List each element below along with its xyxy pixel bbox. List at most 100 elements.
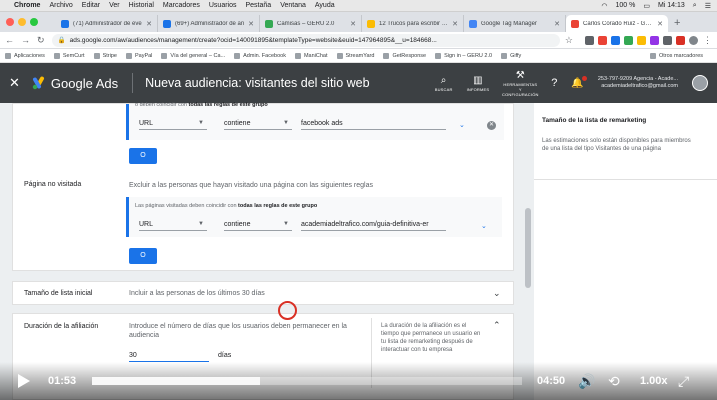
tab-close-icon[interactable]: ✕ [248, 20, 254, 28]
initial-size-card[interactable]: Tamaño de lista inicial Incluir a las pe… [12, 281, 514, 305]
close-window-icon[interactable] [6, 18, 14, 26]
rules-card: o deben coincidir con todas las reglas d… [12, 102, 514, 271]
profile-avatar-icon[interactable] [689, 35, 698, 45]
tab-label: Carlos Corado Ruiz - Goog [583, 20, 655, 27]
menu-ayuda[interactable]: Ayuda [315, 2, 335, 9]
extension-icon[interactable] [598, 35, 607, 45]
maximize-window-icon[interactable] [30, 18, 38, 26]
menu-ventana[interactable]: Ventana [280, 2, 306, 9]
rule-value-input[interactable]: facebook ads [301, 117, 446, 130]
playback-speed[interactable]: 1.00x [640, 375, 668, 387]
account-info[interactable]: 253-797-9209 Agencia - Acade... academia… [598, 76, 678, 90]
extension-icon[interactable] [585, 35, 594, 45]
or-button[interactable]: O [129, 148, 157, 164]
bookmark-item[interactable]: GetResponse [383, 52, 426, 59]
browser-tab[interactable]: (71) Administrador de eve ✕ [56, 15, 158, 32]
back-arrow-icon[interactable]: ← [5, 35, 14, 45]
close-icon[interactable]: ✕ [9, 75, 20, 91]
page-scrollbar[interactable] [525, 208, 531, 288]
url-bar[interactable]: 🔒 ads.google.com/aw/audiences/management… [51, 33, 560, 47]
tab-close-icon[interactable]: ✕ [554, 20, 560, 28]
battery-icon[interactable]: ▭ [643, 2, 650, 10]
bookmark-item[interactable]: Vía del general – Ca... [161, 52, 225, 59]
avatar[interactable] [692, 75, 708, 91]
search-icon[interactable]: ⌕ [693, 2, 697, 10]
tab-close-icon[interactable]: ✕ [350, 20, 356, 28]
extension-icon[interactable] [611, 35, 620, 45]
menu-list-icon[interactable]: ☰ [705, 2, 711, 10]
volume-icon[interactable]: 🔊 [578, 373, 595, 390]
tab-label: 12 Trucos para escribir ano [379, 20, 450, 27]
rule-operator-select[interactable]: contiene ▼ [224, 117, 292, 130]
chevron-down-icon[interactable]: ⌄ [481, 222, 487, 230]
more-vert-icon[interactable]: ⋮ [703, 35, 712, 46]
reload-icon[interactable]: ↻ [37, 35, 45, 46]
bookmark-item[interactable]: Giffy [501, 52, 521, 59]
bookmark-item[interactable]: Admin. Facebook [234, 52, 286, 59]
wifi-icon[interactable]: ◠ [601, 2, 607, 10]
tools-button[interactable]: ⚒ HERRAMIENTAS Y CONFIGURACIÓN [502, 70, 538, 97]
extension-icon[interactable] [676, 35, 685, 45]
membership-days-input[interactable]: 30 [129, 349, 209, 362]
rule-value-input[interactable]: academiadeltrafico.com/guia-definitiva-e… [301, 218, 446, 231]
rule-operator-select[interactable]: contiene ▼ [224, 218, 292, 231]
notifications-bell-icon[interactable]: 🔔 [571, 75, 587, 89]
loop-icon[interactable]: ⟲ [608, 373, 620, 390]
bookmark-item[interactable]: Aplicaciones [5, 52, 45, 59]
tab-label: (69+) Administrador de an [175, 20, 245, 27]
extension-icon[interactable] [650, 35, 659, 45]
other-bookmarks[interactable]: Otros marcadores [649, 52, 703, 59]
bookmark-item[interactable]: Stripe [93, 52, 117, 59]
bookmark-favicon-icon [161, 52, 168, 59]
bookmark-item[interactable]: SemCurt [53, 52, 85, 59]
browser-tab[interactable]: 12 Trucos para escribir ano ✕ [362, 15, 464, 32]
tab-close-icon[interactable]: ✕ [657, 20, 663, 28]
extension-icon[interactable] [663, 35, 672, 45]
lock-icon[interactable]: 🔒 [58, 36, 66, 44]
search-button[interactable]: ⌕ BUSCAR [435, 75, 453, 92]
browser-tab[interactable]: Google Tag Manager ✕ [464, 15, 566, 32]
address-toolbar: ← → ↻ 🔒 ads.google.com/aw/audiences/mana… [0, 32, 717, 49]
menu-ver[interactable]: Ver [109, 2, 120, 9]
bookmark-item[interactable]: StreamYard [336, 52, 374, 59]
tab-label: (71) Administrador de eve [73, 20, 142, 27]
menu-editar[interactable]: Editar [82, 2, 100, 9]
ads-header: ✕ Google Ads Nueva audiencia: visitantes… [0, 63, 717, 103]
help-icon[interactable]: ? [551, 77, 557, 89]
extension-icon[interactable] [637, 35, 646, 45]
browser-tab-active[interactable]: Carlos Corado Ruiz - Goog ✕ [566, 15, 668, 32]
play-icon[interactable] [18, 374, 30, 388]
browser-tab[interactable]: (69+) Administrador de an ✕ [158, 15, 260, 32]
chevron-down-icon[interactable]: ⌄ [493, 288, 501, 299]
menu-pestana[interactable]: Pestaña [246, 2, 272, 9]
chevron-down-icon[interactable]: ⌄ [459, 121, 465, 129]
membership-days-unit: días [218, 352, 232, 359]
bookmark-star-icon[interactable]: ☆ [565, 35, 573, 46]
bookmark-item[interactable]: ManiChat [294, 52, 328, 59]
new-tab-button[interactable]: + [668, 15, 686, 32]
tab-close-icon[interactable]: ✕ [452, 20, 458, 28]
menu-usuarios[interactable]: Usuarios [209, 2, 237, 9]
header-tools: ⌕ BUSCAR ▥ INFORMES ⚒ HERRAMIENTAS Y CON… [435, 70, 708, 97]
fullscreen-icon[interactable]: ⤢ [678, 373, 689, 390]
remove-rule-icon[interactable]: ✕ [487, 121, 496, 130]
extension-icon[interactable] [624, 35, 633, 45]
menu-archivo[interactable]: Archivo [49, 2, 72, 9]
minimize-window-icon[interactable] [18, 18, 26, 26]
bookmark-item[interactable]: Sign in – GERU 2.0 [435, 52, 492, 59]
chevron-up-icon[interactable]: ⌃ [493, 320, 501, 331]
rule-type-select[interactable]: URL ▼ [139, 117, 207, 130]
window-controls [6, 18, 38, 26]
tab-close-icon[interactable]: ✕ [146, 20, 152, 28]
menu-marcadores[interactable]: Marcadores [163, 2, 200, 9]
reports-button[interactable]: ▥ INFORMES [467, 75, 490, 92]
clock-text[interactable]: Mi 14:13 [658, 2, 685, 9]
video-progress-track[interactable] [92, 377, 522, 385]
forward-arrow-icon[interactable]: → [21, 35, 30, 45]
menu-historial[interactable]: Historial [129, 2, 154, 9]
menu-chrome[interactable]: Chrome [14, 2, 40, 9]
bookmark-item[interactable]: PayPal [125, 52, 152, 59]
browser-tab[interactable]: Camisas – GERU 2.0 ✕ [260, 15, 362, 32]
rule-type-select[interactable]: URL ▼ [139, 218, 207, 231]
or-button[interactable]: O [129, 248, 157, 264]
